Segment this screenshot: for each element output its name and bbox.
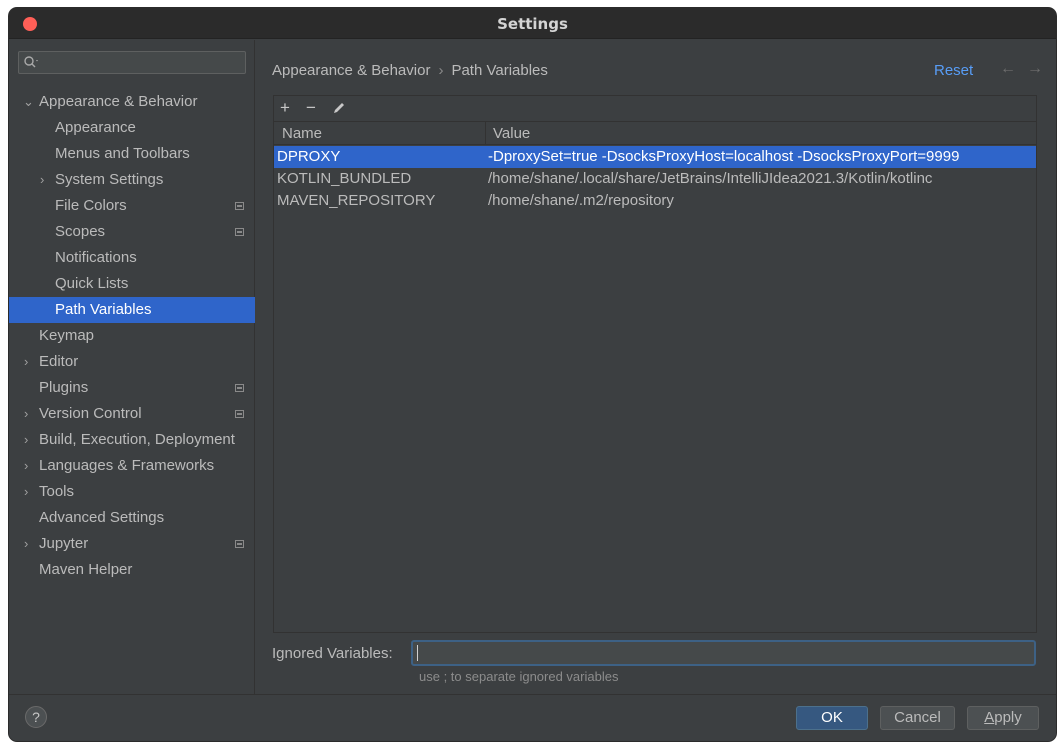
- window-title: Settings: [497, 15, 568, 33]
- chevron-right-icon[interactable]: ›: [24, 479, 28, 505]
- table-row[interactable]: MAVEN_REPOSITORY /home/shane/.m2/reposit…: [274, 190, 1036, 212]
- ignored-variables-label: Ignored Variables:: [272, 645, 393, 662]
- sidebar-item-plugins[interactable]: Plugins: [9, 375, 255, 401]
- sidebar-item-notifications[interactable]: Notifications: [9, 245, 255, 271]
- breadcrumb-separator: ›: [438, 62, 444, 79]
- dialog-footer: ? OK Cancel Apply: [9, 694, 1056, 741]
- sidebar-item-label: Quick Lists: [55, 275, 129, 292]
- project-settings-icon: [235, 384, 244, 392]
- chevron-right-icon[interactable]: ›: [24, 427, 28, 453]
- sidebar-item-version-control[interactable]: › Version Control: [9, 401, 255, 427]
- remove-icon[interactable]: −: [306, 98, 316, 118]
- sidebar-item-file-colors[interactable]: File Colors: [9, 193, 255, 219]
- add-icon[interactable]: +: [280, 98, 290, 118]
- sidebar-item-label: Keymap: [39, 327, 95, 344]
- text-caret: [417, 645, 418, 661]
- sidebar-item-advanced-settings[interactable]: Advanced Settings: [9, 505, 255, 531]
- column-header-name[interactable]: Name: [282, 125, 322, 142]
- chevron-right-icon[interactable]: ›: [24, 453, 28, 479]
- settings-window: Settings ⌄ Appearance & Behavior Appeara…: [9, 8, 1056, 741]
- column-header-value[interactable]: Value: [493, 125, 530, 142]
- sidebar-item-label: Notifications: [55, 249, 137, 266]
- table-header: Name Value: [274, 121, 1036, 145]
- settings-sidebar: ⌄ Appearance & Behavior Appearance Menus…: [9, 40, 255, 694]
- sidebar-item-menus-toolbars[interactable]: Menus and Toolbars: [9, 141, 255, 167]
- sidebar-item-maven-helper[interactable]: Maven Helper: [9, 557, 255, 583]
- sidebar-item-label: Editor: [39, 353, 79, 370]
- table-row[interactable]: KOTLIN_BUNDLED /home/shane/.local/share/…: [274, 168, 1036, 190]
- sidebar-item-label: Tools: [39, 483, 75, 500]
- ignored-variables-hint: use ; to separate ignored variables: [419, 669, 619, 684]
- sidebar-item-appearance[interactable]: Appearance: [9, 115, 255, 141]
- apply-button[interactable]: Apply: [967, 706, 1039, 730]
- table-toolbar: + −: [274, 96, 1036, 121]
- help-button[interactable]: ?: [25, 706, 47, 728]
- sidebar-item-appearance-behavior[interactable]: ⌄ Appearance & Behavior: [9, 89, 255, 115]
- sidebar-item-quick-lists[interactable]: Quick Lists: [9, 271, 255, 297]
- chevron-down-icon[interactable]: ⌄: [23, 89, 34, 115]
- project-settings-icon: [235, 540, 244, 548]
- sidebar-item-build-execution-deployment[interactable]: › Build, Execution, Deployment: [9, 427, 255, 453]
- sidebar-item-path-variables[interactable]: Path Variables: [9, 297, 255, 323]
- forward-arrow-icon[interactable]: →: [1027, 60, 1043, 78]
- reset-link[interactable]: Reset: [934, 62, 973, 79]
- apply-label-rest: pply: [994, 709, 1022, 726]
- chevron-right-icon[interactable]: ›: [24, 349, 28, 375]
- sidebar-item-jupyter[interactable]: › Jupyter: [9, 531, 255, 557]
- cell-name: MAVEN_REPOSITORY: [277, 192, 436, 209]
- sidebar-item-label: Jupyter: [39, 535, 89, 552]
- search-icon: [23, 54, 39, 73]
- cell-value: /home/shane/.m2/repository: [488, 192, 674, 209]
- apply-mnemonic: A: [984, 709, 995, 726]
- chevron-right-icon[interactable]: ›: [40, 167, 44, 193]
- cell-name: KOTLIN_BUNDLED: [277, 170, 412, 187]
- sidebar-item-label: Menus and Toolbars: [55, 145, 190, 162]
- project-settings-icon: [235, 410, 244, 418]
- ignored-variables-input[interactable]: [411, 640, 1036, 666]
- sidebar-item-keymap[interactable]: Keymap: [9, 323, 255, 349]
- sidebar-item-label: Appearance: [55, 119, 136, 136]
- breadcrumb: Appearance & Behavior › Path Variables: [272, 62, 548, 79]
- sidebar-item-label: Languages & Frameworks: [39, 457, 215, 474]
- column-divider: [485, 122, 486, 145]
- project-settings-icon: [235, 228, 244, 236]
- sidebar-item-languages-frameworks[interactable]: › Languages & Frameworks: [9, 453, 255, 479]
- sidebar-item-system-settings[interactable]: › System Settings: [9, 167, 255, 193]
- chevron-right-icon[interactable]: ›: [24, 531, 28, 557]
- settings-search-input[interactable]: [18, 51, 246, 74]
- sidebar-item-label: Advanced Settings: [39, 509, 165, 526]
- sidebar-item-label: Build, Execution, Deployment: [39, 431, 235, 448]
- pencil-icon[interactable]: [332, 100, 346, 120]
- sidebar-item-editor[interactable]: › Editor: [9, 349, 255, 375]
- sidebar-item-label: Plugins: [39, 379, 89, 396]
- sidebar-item-label: Maven Helper: [39, 561, 133, 578]
- cell-value: -DproxySet=true -DsocksProxyHost=localho…: [488, 148, 960, 165]
- chevron-right-icon[interactable]: ›: [24, 401, 28, 427]
- path-variables-table: + − Name Value DPROXY -DproxySet=true -D…: [273, 95, 1037, 633]
- sidebar-item-label: File Colors: [55, 197, 127, 214]
- cancel-button[interactable]: Cancel: [880, 706, 955, 730]
- back-arrow-icon[interactable]: ←: [1000, 60, 1016, 78]
- ok-button[interactable]: OK: [796, 706, 868, 730]
- sidebar-item-tools[interactable]: › Tools: [9, 479, 255, 505]
- cell-name: DPROXY: [277, 148, 341, 165]
- sidebar-item-label: Version Control: [39, 405, 142, 422]
- breadcrumb-parent[interactable]: Appearance & Behavior: [272, 62, 430, 79]
- sidebar-item-label: Appearance & Behavior: [39, 93, 198, 110]
- cell-value: /home/shane/.local/share/JetBrains/Intel…: [488, 170, 933, 187]
- sidebar-item-label: Scopes: [55, 223, 106, 240]
- sidebar-item-label: System Settings: [55, 171, 164, 188]
- breadcrumb-current: Path Variables: [451, 62, 548, 79]
- project-settings-icon: [235, 202, 244, 210]
- sidebar-item-label: Path Variables: [55, 301, 152, 318]
- settings-content: Appearance & Behavior › Path Variables Res…: [256, 40, 1056, 694]
- title-bar: Settings: [9, 8, 1056, 39]
- table-row[interactable]: DPROXY -DproxySet=true -DsocksProxyHost=…: [274, 146, 1036, 168]
- sidebar-item-scopes[interactable]: Scopes: [9, 219, 255, 245]
